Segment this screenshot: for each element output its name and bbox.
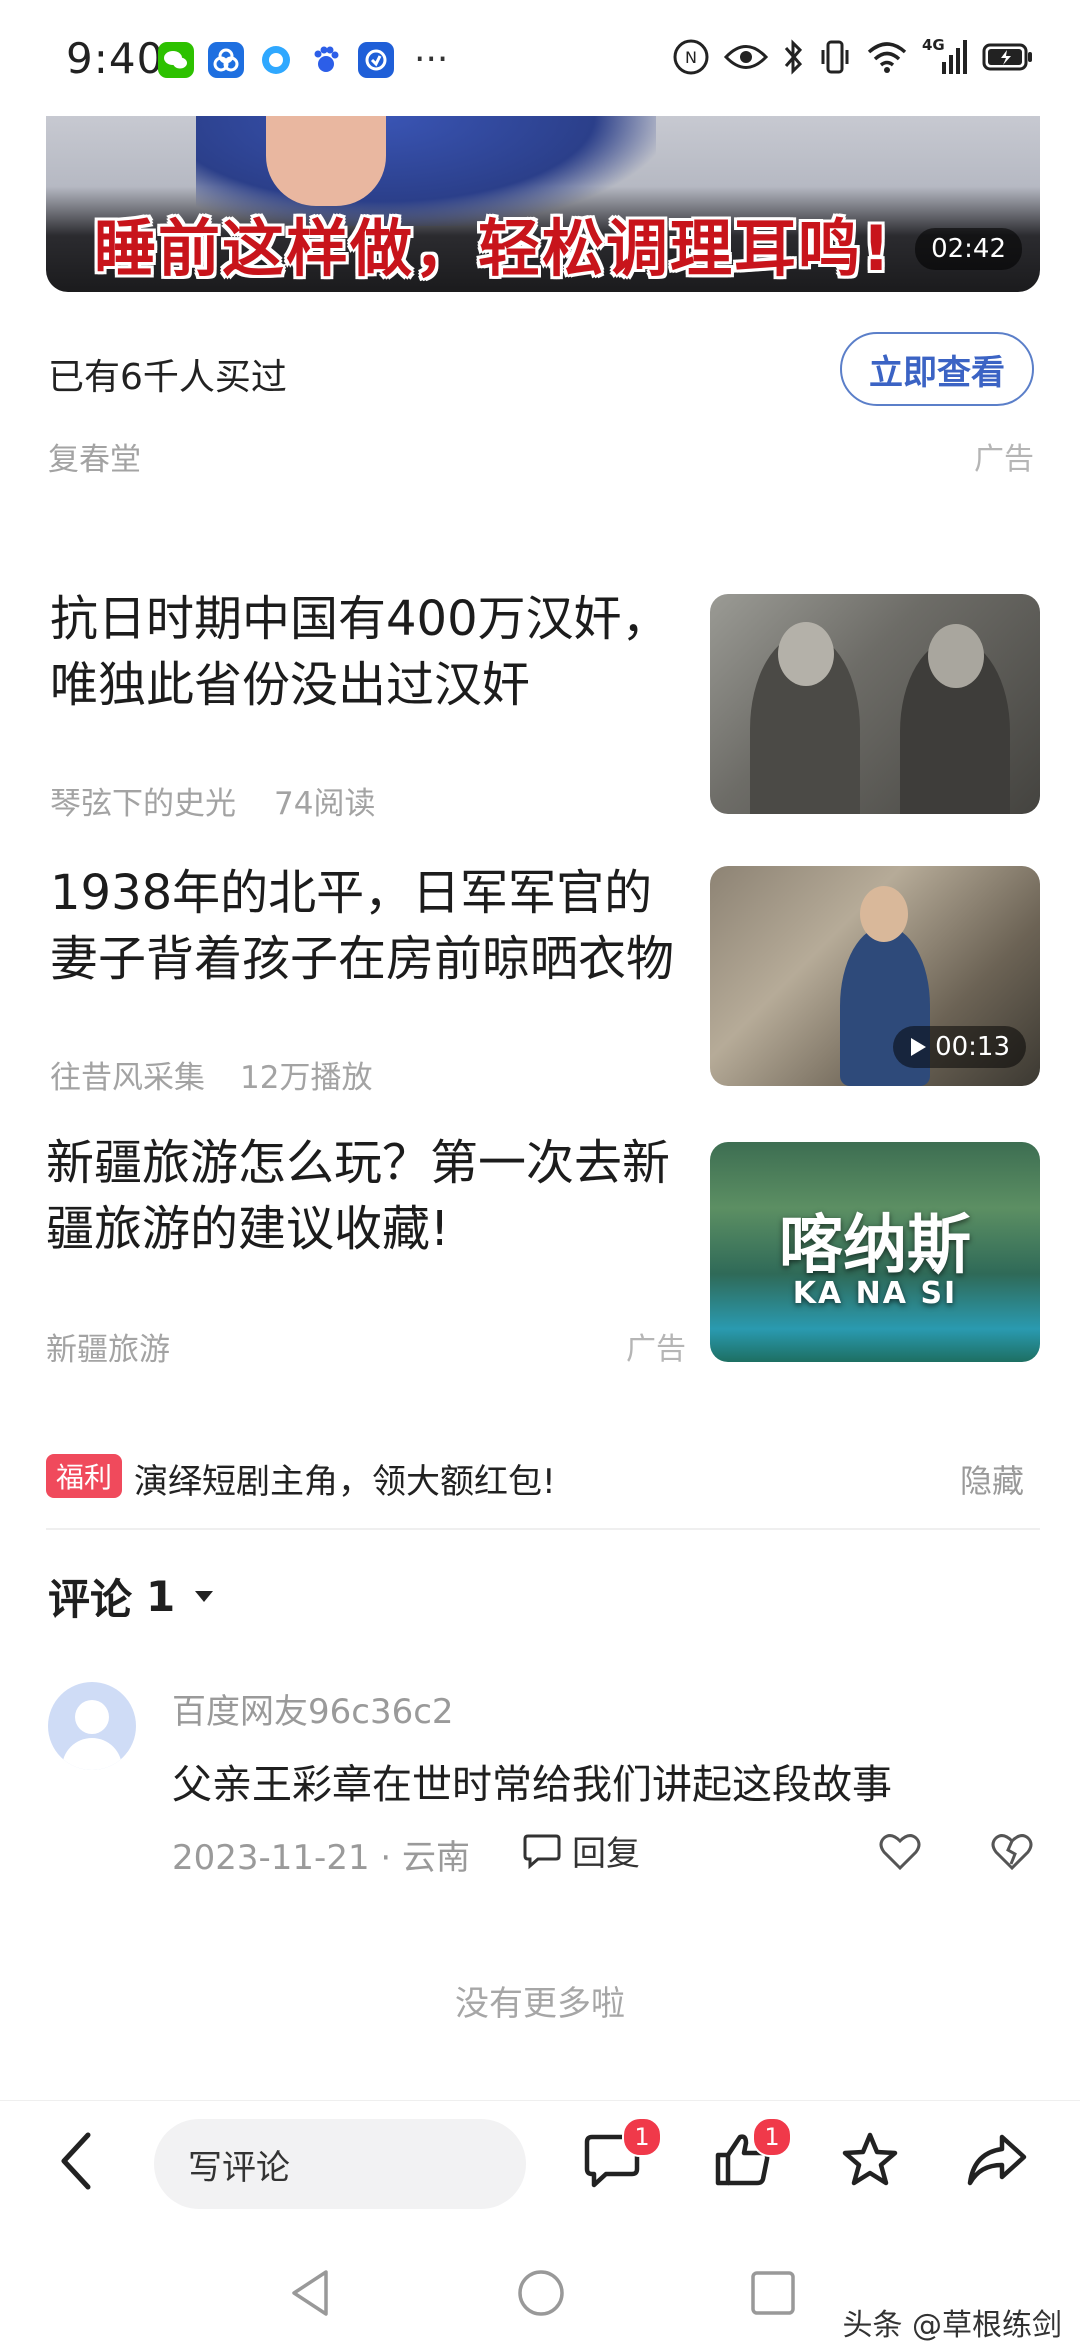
ad-hand [266, 116, 386, 206]
svg-text:N: N [685, 48, 697, 67]
feed-item-source: 往昔风采集 [50, 1060, 205, 1096]
nav-recents-icon[interactable] [750, 2270, 796, 2316]
feed-item[interactable]: 抗日时期中国有400万汉奸，唯独此省份没出过汉奸 琴弦下的史光 74阅读 [0, 580, 1080, 822]
bluetooth-icon [782, 38, 804, 76]
comment-placeholder: 写评论 [188, 2147, 290, 2188]
write-comment-input[interactable]: 写评论 [154, 2119, 526, 2209]
feed-item[interactable]: 1938年的北平，日军军官的妻子背着孩子在房前晾晒衣物 往昔风采集 12万播放 … [0, 856, 1080, 1096]
thumb-face-left [778, 622, 834, 686]
feed-item-source: 琴弦下的史光 [50, 786, 236, 822]
ad-meta-text: 已有6千人买过 [48, 357, 287, 398]
welfare-badge: 福利 [46, 1454, 123, 1498]
ad-overlay-text: 睡前这样做，轻松调理耳鸣! [94, 212, 893, 285]
share-icon [967, 2134, 1027, 2186]
reply-label: 回复 [572, 1834, 640, 1874]
share-button[interactable] [966, 2131, 1028, 2193]
feed-item-thumbnail[interactable] [710, 594, 1040, 814]
comments-button[interactable]: 1 [582, 2117, 662, 2193]
ad-source[interactable]: 复春堂 [48, 434, 141, 479]
nav-back-icon[interactable] [288, 2268, 332, 2318]
ad-label: 广告 [974, 442, 1034, 477]
welfare-hide-button[interactable]: 隐藏 [960, 1456, 1024, 1502]
more-notifications: ··· [414, 39, 449, 80]
comment-username[interactable]: 百度网友96c36c2 [172, 1684, 454, 1733]
reply-icon [523, 1834, 561, 1869]
qq-browser-icon [258, 42, 294, 78]
comment-like-button[interactable] [878, 1832, 922, 1876]
like-count-badge: 1 [752, 2117, 792, 2157]
video-duration-badge: 00:13 [893, 1026, 1026, 1068]
wechat-icon [158, 42, 194, 78]
broken-heart-icon [991, 1834, 1033, 1871]
comments-header[interactable]: 评论 1 [48, 1566, 214, 1627]
thumb-caption-en: KA NA SI [792, 1276, 958, 1311]
baidu-icon [308, 42, 344, 78]
battery-icon [982, 42, 1034, 72]
feed-item-source: 新疆旅游 [46, 1332, 170, 1368]
avatar-body [62, 1738, 122, 1770]
comment-text: 父亲王彩章在世时常给我们讲起这段故事 [172, 1762, 892, 1808]
chevron-left-icon [61, 2132, 91, 2190]
comment-reply-button[interactable]: 回复 [522, 1826, 640, 1875]
thumb-face-woman [860, 886, 908, 942]
nav-home-icon[interactable] [516, 2268, 566, 2318]
feed-item-video-thumbnail[interactable]: 00:13 [710, 866, 1040, 1086]
video-duration: 00:13 [935, 1032, 1010, 1062]
app-icon [208, 42, 244, 78]
comments-title: 评论 [48, 1575, 133, 1624]
eye-icon [724, 42, 768, 72]
system-icons: N 4G [672, 36, 1034, 76]
feed-item-ad-label: 广告 [626, 1332, 686, 1367]
feed-item-title[interactable]: 1938年的北平，日军军官的妻子背着孩子在房前晾晒衣物 [50, 860, 690, 992]
vibrate-icon [818, 38, 852, 76]
notification-icons: ··· [158, 42, 448, 78]
avatar-head [75, 1700, 109, 1734]
sort-caret-icon[interactable] [195, 1591, 214, 1602]
like-button[interactable]: 1 [712, 2117, 792, 2193]
no-more-text: 没有更多啦 [455, 1984, 625, 2024]
app-store-icon [358, 42, 394, 78]
nfc-icon: N [672, 38, 710, 76]
watermark: 头条 @草根练剑 [842, 2308, 1062, 2343]
wifi-icon [866, 40, 908, 74]
divider [46, 1528, 1040, 1530]
bottom-action-bar: 写评论 1 1 [0, 2100, 1080, 2221]
network-label: 4G [922, 36, 945, 54]
feed-item-stat: 12万播放 [240, 1060, 373, 1096]
welfare-banner[interactable]: 福利 演绎短剧主角，领大额红包! 隐藏 [46, 1448, 1040, 1508]
play-icon [911, 1038, 927, 1056]
ad-video-duration: 02:42 [915, 228, 1022, 270]
comment-date-location: 2023-11-21 · 云南 [172, 1838, 471, 1878]
thumb-face-right [928, 624, 984, 688]
feed-item-thumbnail[interactable]: 喀纳斯 KA NA SI [710, 1142, 1040, 1362]
comment-dislike-button[interactable] [990, 1832, 1034, 1876]
heart-icon [879, 1834, 921, 1871]
welfare-text[interactable]: 演绎短剧主角，领大额红包! [134, 1454, 556, 1503]
comments-count: 1 [146, 1572, 176, 1621]
feed-item-title[interactable]: 抗日时期中国有400万汉奸，唯独此省份没出过汉奸 [50, 586, 690, 718]
feed-item-ad[interactable]: 新疆旅游怎么玩？第一次去新疆旅游的建议收藏! 新疆旅游 广告 喀纳斯 KA NA… [0, 1130, 1080, 1370]
favorite-button[interactable] [840, 2131, 900, 2193]
signal-4g-icon: 4G [922, 36, 968, 76]
ad-view-now-button[interactable]: 立即查看 [840, 332, 1034, 406]
status-time: 9:40 [66, 34, 165, 83]
feed-item-title[interactable]: 新疆旅游怎么玩？第一次去新疆旅游的建议收藏! [46, 1130, 686, 1262]
comment-count-badge: 1 [622, 2117, 662, 2157]
ad-video-banner[interactable]: 睡前这样做，轻松调理耳鸣! 02:42 [46, 116, 1040, 292]
thumb-caption-cn: 喀纳斯 [779, 1208, 971, 1283]
star-icon [842, 2132, 898, 2186]
status-bar: 9:40 ··· N 4G [0, 0, 1080, 120]
feed-item-stat: 74阅读 [274, 786, 376, 822]
back-button[interactable] [56, 2131, 96, 2195]
avatar[interactable] [48, 1682, 136, 1770]
